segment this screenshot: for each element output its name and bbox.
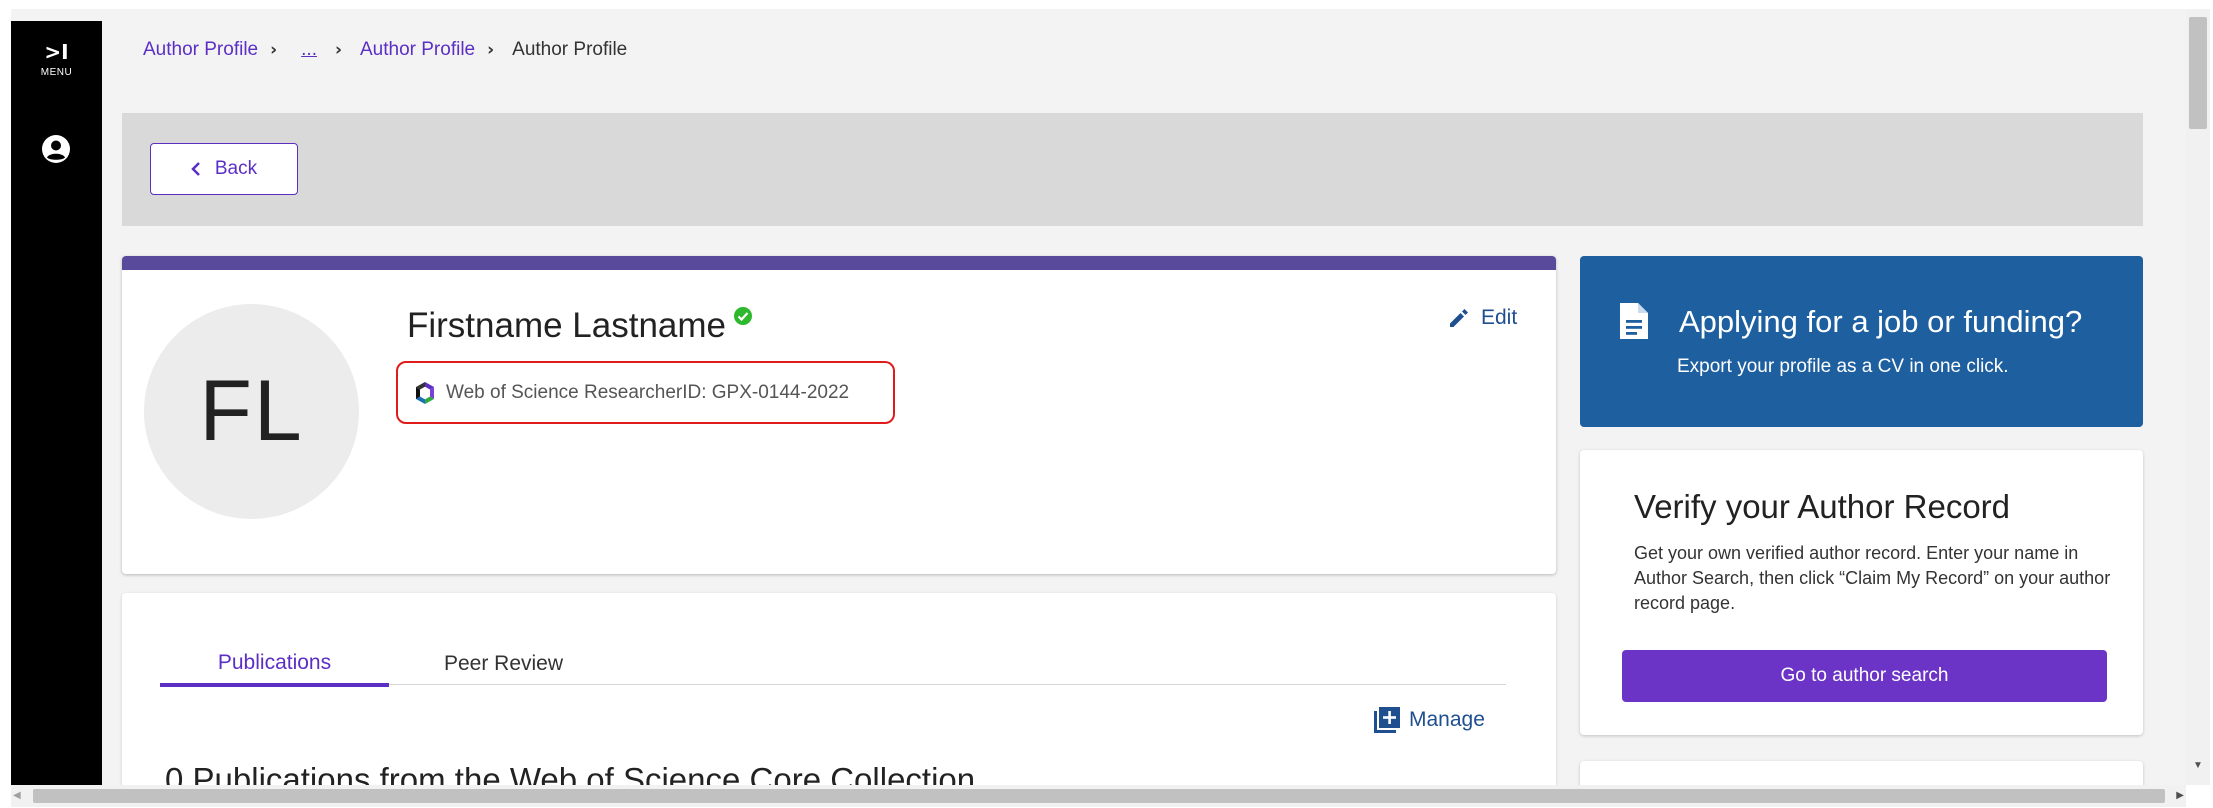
back-label: Back — [214, 158, 258, 179]
vertical-scrollbar[interactable]: ▼ — [2186, 9, 2210, 785]
publications-card: Publications Peer Review Manage 0 Public… — [122, 593, 1556, 785]
chevron-right-icon: › — [270, 40, 278, 60]
sidebar-card — [1580, 761, 2143, 785]
avatar: FL — [144, 304, 359, 519]
verify-card-text: Get your own verified author record. Ent… — [1634, 543, 2111, 613]
scroll-down-arrow-icon[interactable]: ▼ — [2186, 759, 2210, 773]
cv-card-title: Applying for a job or funding? — [1679, 304, 2083, 339]
horizontal-scrollbar[interactable]: ◀ ▶ — [11, 785, 2186, 807]
add-box-icon — [1374, 707, 1400, 733]
scroll-left-arrow-icon[interactable]: ◀ — [13, 789, 27, 803]
page: >I MENU Author Profile › ... › Author Pr… — [0, 0, 2213, 808]
edit-label: Edit — [1481, 306, 1518, 329]
manage-button[interactable]: Manage — [1373, 706, 1485, 734]
menu-label: MENU — [40, 67, 73, 78]
tab-publications[interactable]: Publications — [160, 643, 389, 687]
breadcrumb-current: Author Profile — [512, 39, 628, 60]
name-row: Firstname Lastname — [407, 306, 753, 346]
back-bar: Back — [122, 113, 2143, 226]
chevron-right-icon: › — [334, 40, 342, 60]
pencil-icon — [1450, 309, 1468, 327]
user-account-icon[interactable] — [41, 134, 71, 164]
go-to-author-search-button[interactable]: Go to author search — [1622, 650, 2107, 702]
manage-label: Manage — [1409, 708, 1485, 731]
chevron-right-icon: › — [487, 40, 495, 60]
horizontal-scroll-thumb[interactable] — [33, 789, 2165, 803]
verify-record-card: Verify your Author Record Get your own v… — [1580, 450, 2143, 735]
breadcrumb: Author Profile › ... › Author Profile › … — [143, 39, 627, 61]
cv-export-card[interactable]: Applying for a job or funding? Export yo… — [1580, 256, 2143, 427]
breadcrumb-link[interactable]: Author Profile — [143, 39, 258, 61]
profile-card: FL Firstname Lastname Web of Science Res… — [122, 256, 1556, 574]
breadcrumb-ellipsis[interactable]: ... — [301, 39, 317, 61]
document-icon — [1618, 301, 1650, 346]
web-of-science-logo-icon — [416, 381, 434, 404]
viewport: >I MENU Author Profile › ... › Author Pr… — [11, 9, 2186, 785]
back-button[interactable]: Back — [150, 143, 298, 195]
verified-check-icon — [734, 306, 753, 330]
vertical-scroll-thumb[interactable] — [2189, 17, 2207, 129]
researcher-id: Web of Science ResearcherID: GPX-0144-20… — [446, 381, 850, 403]
profile-accent-bar — [122, 256, 1556, 270]
researcher-id-highlight: Web of Science ResearcherID: GPX-0144-20… — [396, 361, 895, 424]
edit-button[interactable]: Edit — [1447, 306, 1517, 330]
author-name: Firstname Lastname — [407, 306, 727, 345]
verify-card-title: Verify your Author Record — [1634, 488, 2011, 525]
cv-card-subtitle: Export your profile as a CV in one click… — [1677, 356, 2009, 377]
left-rail: >I MENU — [11, 21, 102, 785]
tab-peer-review[interactable]: Peer Review — [389, 643, 618, 685]
tab-bar: Publications Peer Review — [160, 643, 1506, 687]
chevron-left-icon — [191, 162, 200, 176]
publications-heading: 0 Publications from the Web of Science C… — [165, 761, 976, 785]
expand-icon: >I — [44, 40, 69, 64]
scroll-right-arrow-icon[interactable]: ▶ — [2170, 789, 2184, 803]
breadcrumb-link[interactable]: Author Profile — [360, 39, 475, 61]
menu-toggle[interactable]: >I MENU — [11, 41, 102, 78]
